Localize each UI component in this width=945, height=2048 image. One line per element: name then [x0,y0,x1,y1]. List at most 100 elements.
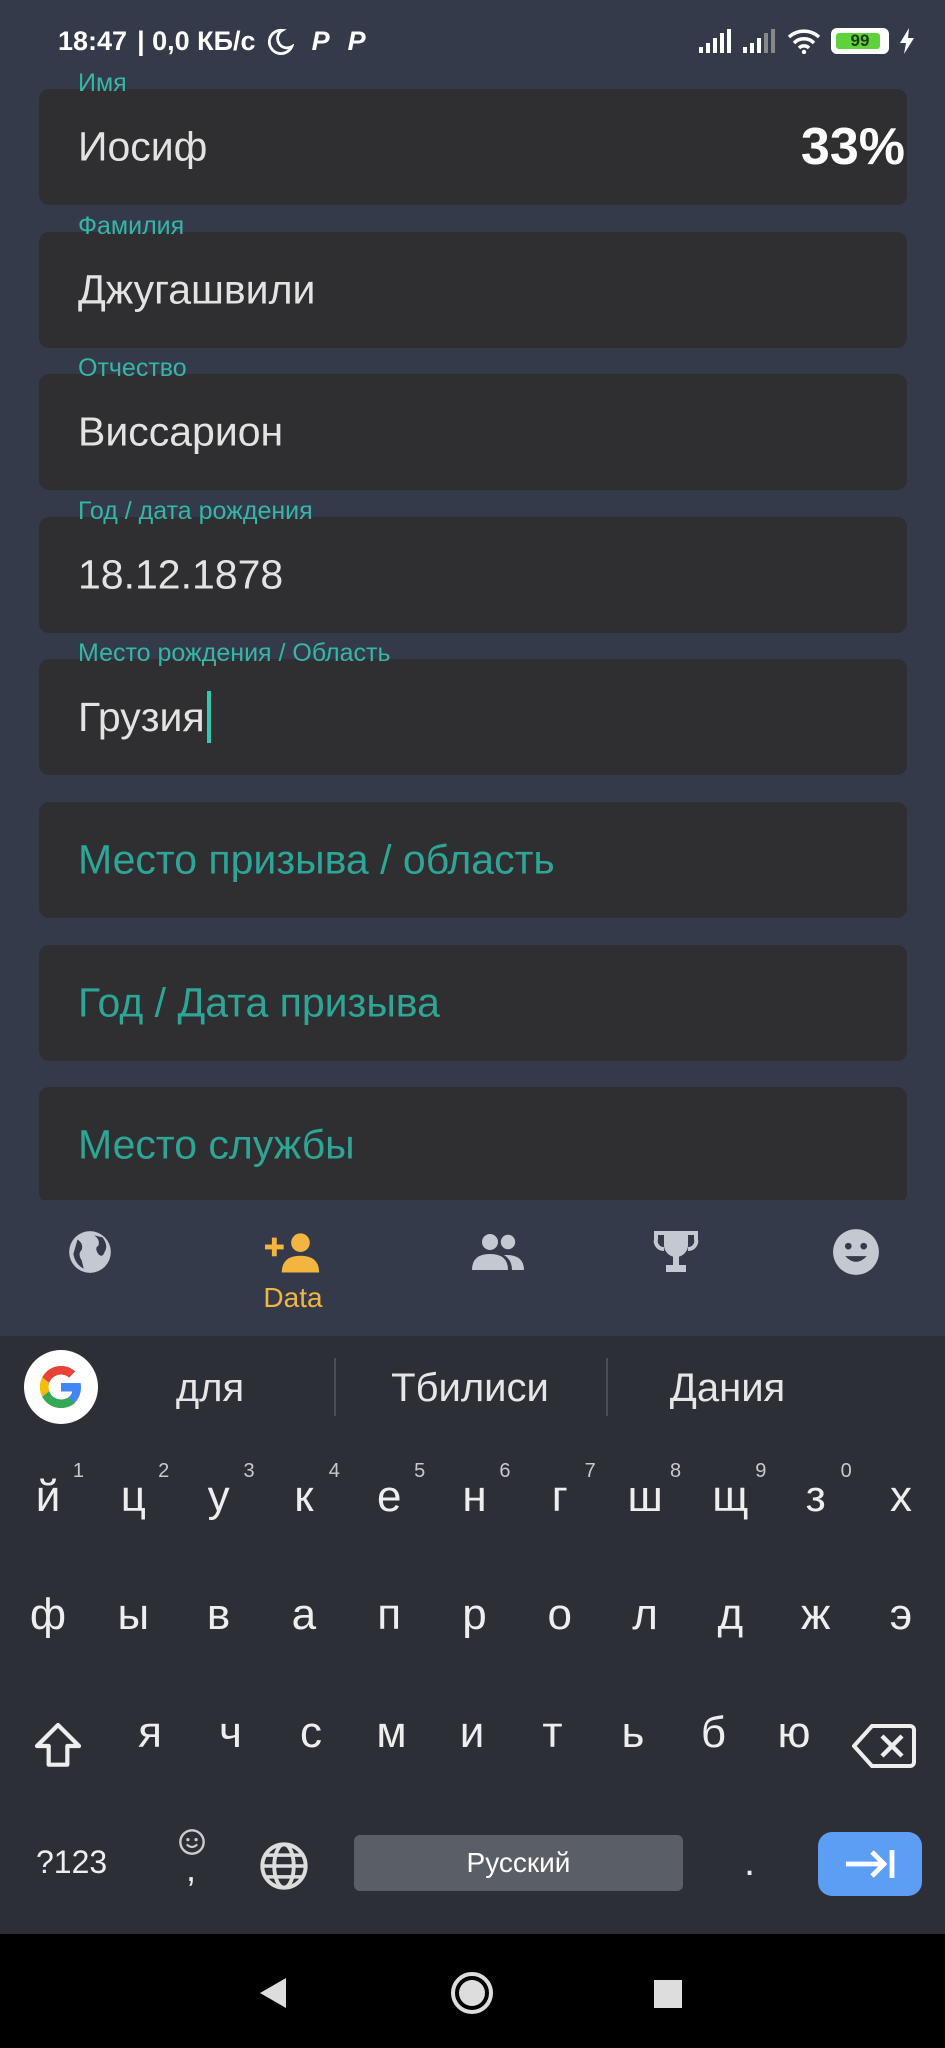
key-letter: п [377,1590,402,1639]
field-placeholder[interactable]: Год / Дата призыва [78,980,440,1027]
key-number-hint: 0 [840,1460,852,1482]
key-letter: ф [29,1590,67,1639]
nav-people[interactable] [453,1224,543,1324]
globe-icon [69,1231,111,1273]
key-letter: ж [800,1590,831,1639]
nav-smiley[interactable] [811,1224,901,1324]
keyboard-key[interactable]: д [690,1558,770,1668]
keyboard-key[interactable]: б [674,1676,754,1786]
suggestion[interactable]: Тбилиси [350,1366,590,1411]
keyboard-key[interactable]: с [271,1676,351,1786]
nav-data[interactable]: Data [248,1224,338,1324]
keyboard-key[interactable]: ж [776,1558,856,1668]
key-letter: ч [219,1708,242,1757]
backspace-key-icon[interactable] [852,1722,916,1770]
keyboard-key[interactable]: ф [8,1558,88,1668]
birth-place-field[interactable]: Место рождения / Область Грузия [39,639,907,775]
keyboard-key[interactable]: щ9 [690,1440,770,1550]
group-icon [472,1234,524,1270]
key-letter: ь [621,1708,645,1757]
suggestion[interactable]: Дания [630,1366,825,1411]
keyboard-key[interactable]: у3 [179,1440,259,1550]
field-label: Год / дата рождения [78,497,313,525]
key-letter: б [700,1708,727,1757]
keyboard-key[interactable]: п [349,1558,429,1668]
keyboard-key[interactable]: ц2 [93,1440,173,1550]
keyboard-key[interactable]: ч [191,1676,271,1786]
keyboard-key[interactable]: й1 [8,1440,88,1550]
keyboard-key[interactable]: т [513,1676,593,1786]
smiley-icon [833,1229,879,1275]
birth-date-field[interactable]: Год / дата рождения 18.12.1878 [39,497,907,633]
keyboard-key[interactable]: е5 [349,1440,429,1550]
field-placeholder[interactable]: Место службы [78,1122,355,1169]
language-globe-icon[interactable] [258,1840,310,1892]
keyboard: й1ц2у3к4е5н6г7ш8щ9з0 х ф ы в а п р о л д ж э я ч с м и т… [0,1440,945,1934]
key-letter: и [459,1708,485,1757]
field-value[interactable]: Иосиф [78,124,207,171]
nav-trophy[interactable] [631,1224,721,1324]
field-value[interactable]: Виссарион [78,409,283,456]
field-label: Фамилия [78,212,185,240]
key-letter: р [462,1590,487,1639]
keyboard-key[interactable]: я [110,1676,190,1786]
keyboard-key[interactable]: ы [93,1558,173,1668]
shift-key-icon[interactable] [30,1718,86,1774]
keyboard-key[interactable]: ю [754,1676,834,1786]
keyboard-suggestion-bar: для Тбилиси Дания [0,1336,945,1440]
comma-emoji-key[interactable]: , [170,1828,216,1898]
trophy-icon [653,1231,699,1272]
field-label: Место рождения / Область [78,639,391,667]
key-number-hint: 8 [669,1460,682,1482]
keyboard-key[interactable]: э [861,1558,941,1668]
keyboard-key[interactable]: о [520,1558,600,1668]
next-arrow-icon [846,1850,895,1878]
first-name-field[interactable]: Имя Иосиф 33% [39,69,907,205]
birth-place-input[interactable]: Грузия [78,691,211,743]
suggestion[interactable]: для [140,1366,280,1411]
home-icon[interactable] [449,1970,495,2016]
space-label: Русский [466,1847,571,1878]
bottom-navigation: Data [0,1200,945,1336]
key-number-hint: 4 [328,1460,340,1482]
key-number-hint: 9 [755,1460,767,1482]
field-placeholder[interactable]: Место призыва / область [78,837,555,884]
enter-key[interactable] [818,1832,922,1896]
conscription-date-field[interactable]: Год / Дата призыва [39,945,907,1061]
person-form: Имя Иосиф 33% Фамилия Джугашвили Отчеств… [0,0,945,1200]
conscription-place-field[interactable]: Место призыва / область [39,802,907,918]
keyboard-key[interactable]: к4 [264,1440,344,1550]
keyboard-key[interactable]: ь [593,1676,673,1786]
symbols-key[interactable]: ?123 [36,1844,107,1881]
keyboard-key[interactable]: х [861,1440,941,1550]
nav-globe[interactable] [45,1224,135,1324]
keyboard-key[interactable]: г7 [520,1440,600,1550]
service-place-field[interactable]: Место службы [39,1087,907,1200]
last-name-field[interactable]: Фамилия Джугашвили [39,212,907,348]
field-value: Грузия [78,693,205,740]
keyboard-key[interactable]: р [435,1558,515,1668]
space-key[interactable]: Русский [354,1835,683,1891]
keyboard-key[interactable]: а [264,1558,344,1668]
field-value[interactable]: 18.12.1878 [78,552,283,599]
period-key[interactable]: . [744,1840,755,1885]
keyboard-key[interactable]: ш8 [605,1440,685,1550]
keyboard-key[interactable]: в [179,1558,259,1668]
keyboard-key[interactable]: м [352,1676,432,1786]
patronymic-field[interactable]: Отчество Виссарион [39,354,907,490]
key-number-hint: 5 [414,1460,426,1482]
key-number-hint: 1 [72,1460,84,1482]
add-person-icon [265,1233,320,1273]
keyboard-key[interactable]: н6 [435,1440,515,1550]
back-icon[interactable] [258,1976,288,2010]
keyboard-key[interactable]: л [605,1558,685,1668]
key-number-hint: 2 [158,1460,170,1482]
keyboard-key[interactable]: и [432,1676,512,1786]
field-label: Имя [78,69,127,97]
key-letter: д [717,1590,744,1639]
google-icon[interactable] [24,1350,98,1424]
key-letter: л [632,1590,658,1639]
field-value[interactable]: Джугашвили [78,267,315,314]
recents-icon[interactable] [654,1980,682,2008]
keyboard-key[interactable]: з0 [776,1440,856,1550]
